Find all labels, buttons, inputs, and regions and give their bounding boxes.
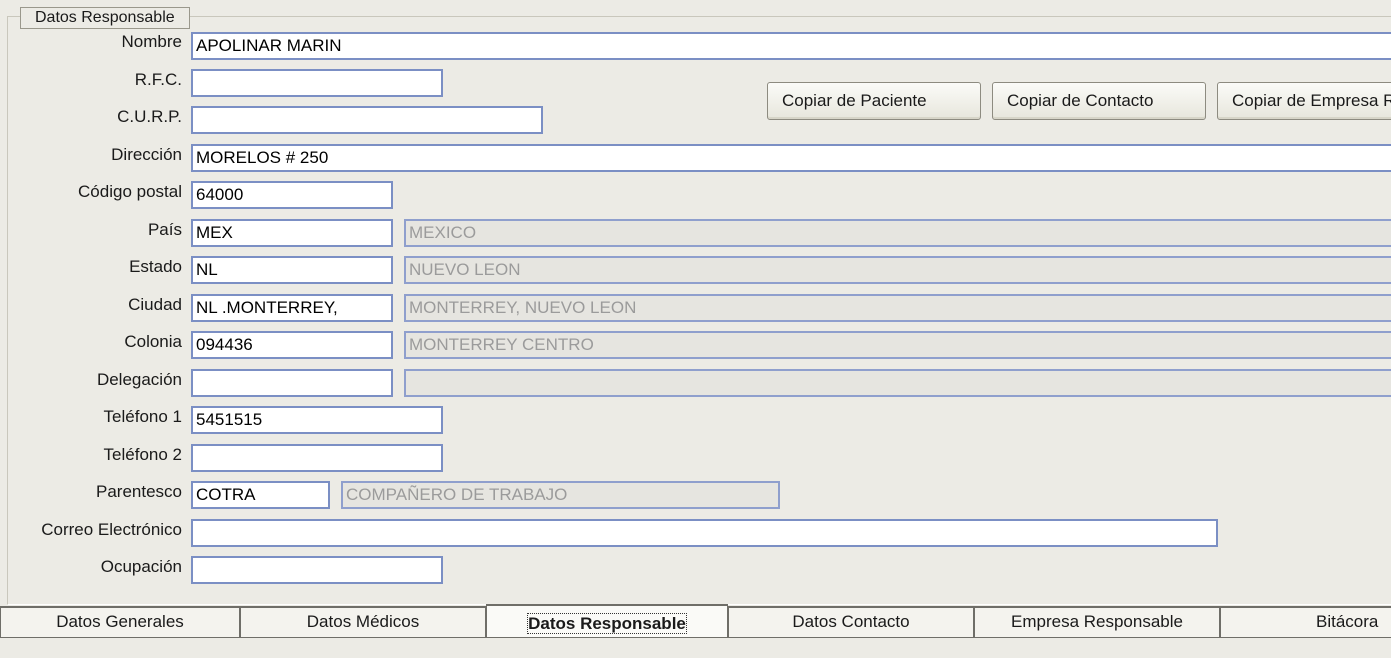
estado-code-input[interactable] — [191, 256, 393, 284]
pais-description-field — [404, 219, 1391, 247]
copiar-de-empresa-button[interactable]: Copiar de Empresa Re — [1217, 82, 1391, 120]
tab-bitacora[interactable]: Bitácora — [1220, 608, 1391, 638]
tab-datos-generales[interactable]: Datos Generales — [0, 608, 240, 638]
copiar-de-paciente-button[interactable]: Copiar de Paciente — [767, 82, 981, 120]
colonia-description-field — [404, 331, 1391, 359]
parentesco-description-field — [341, 481, 780, 509]
tab-empresa-responsable[interactable]: Empresa Responsable — [974, 608, 1220, 638]
correo-label: Correo Electrónico — [41, 520, 182, 539]
colonia-code-input[interactable] — [191, 331, 393, 359]
pais-code-input[interactable] — [191, 219, 393, 247]
colonia-label: Colonia — [124, 332, 182, 351]
ocupacion-label: Ocupación — [100, 557, 182, 576]
telefono2-label: Teléfono 2 — [103, 445, 182, 464]
codigo-postal-label: Código postal — [78, 182, 182, 201]
pais-label: País — [147, 220, 182, 239]
tab-datos-responsable-label: Datos Responsable — [527, 613, 687, 634]
direccion-input[interactable] — [191, 144, 1391, 172]
estado-description-field — [404, 256, 1391, 284]
curp-input[interactable] — [191, 106, 543, 134]
ciudad-label: Ciudad — [128, 295, 182, 314]
nombre-input[interactable] — [191, 32, 1391, 60]
tab-datos-responsable[interactable]: Datos Responsable — [486, 604, 728, 638]
rfc-input[interactable] — [191, 69, 443, 97]
telefono1-label: Teléfono 1 — [103, 407, 182, 426]
estado-label: Estado — [129, 257, 182, 276]
ocupacion-input[interactable] — [191, 556, 443, 584]
delegacion-code-input[interactable] — [191, 369, 393, 397]
copiar-de-contacto-button[interactable]: Copiar de Contacto — [992, 82, 1206, 120]
telefono2-input[interactable] — [191, 444, 443, 472]
tab-bar: Datos Generales Datos Médicos Datos Resp… — [0, 604, 1391, 658]
rfc-label: R.F.C. — [134, 70, 182, 89]
telefono1-input[interactable] — [191, 406, 443, 434]
direccion-label: Dirección — [111, 145, 182, 164]
group-title: Datos Responsable — [20, 7, 190, 29]
delegacion-description-field — [404, 369, 1391, 397]
tab-datos-contacto[interactable]: Datos Contacto — [728, 608, 974, 638]
nombre-label: Nombre — [121, 32, 182, 51]
codigo-postal-input[interactable] — [191, 181, 393, 209]
correo-input[interactable] — [191, 519, 1218, 547]
parentesco-code-input[interactable] — [191, 481, 330, 509]
curp-label: C.U.R.P. — [117, 107, 182, 126]
tab-datos-medicos[interactable]: Datos Médicos — [240, 608, 486, 638]
ciudad-description-field — [404, 294, 1391, 322]
ciudad-code-input[interactable] — [191, 294, 393, 322]
parentesco-label: Parentesco — [96, 482, 182, 501]
delegacion-label: Delegación — [96, 370, 182, 389]
